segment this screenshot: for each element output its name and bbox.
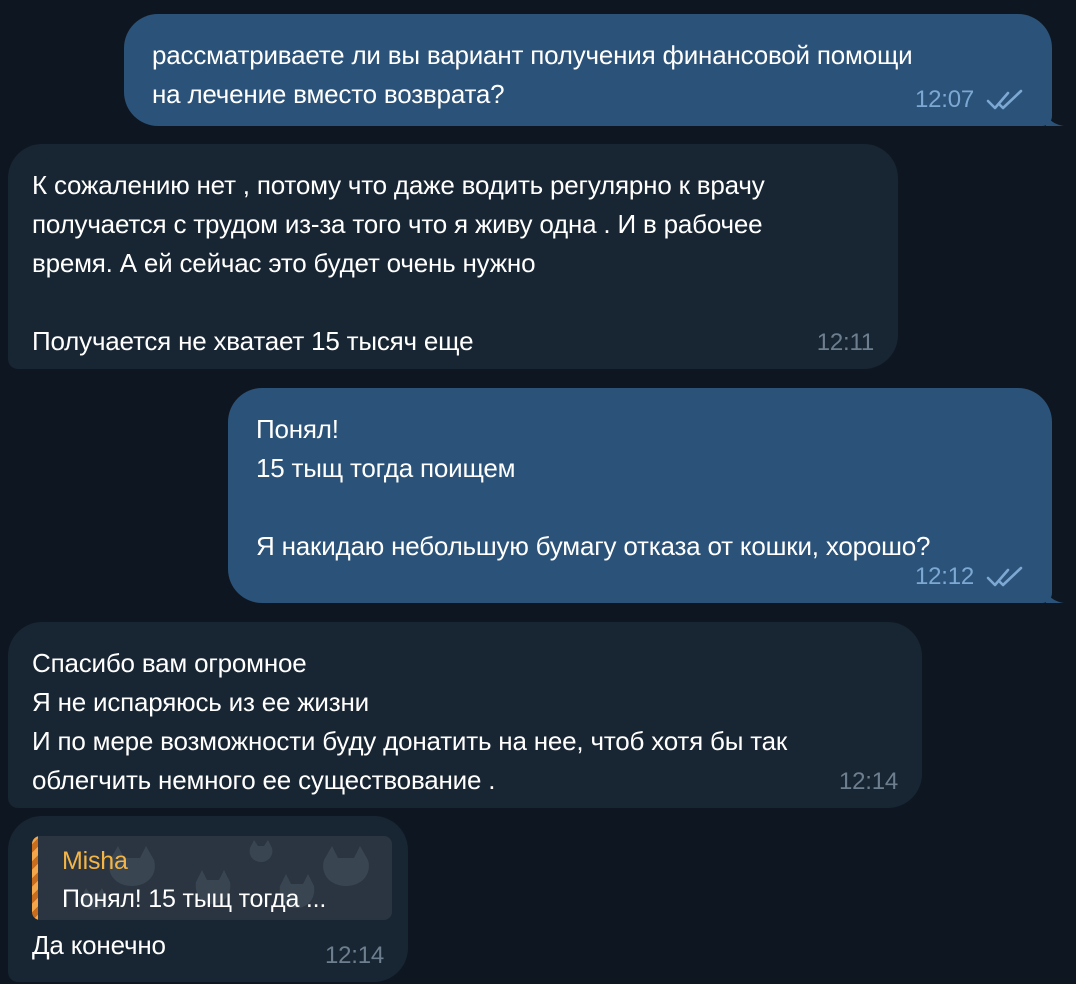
- message-text: рассматриваете ли вы вариант получения ф…: [152, 40, 913, 109]
- message-bubble-incoming[interactable]: К сожалению нет , потому что даже водить…: [8, 144, 898, 369]
- message-time: 12:12: [914, 563, 974, 590]
- double-check-icon: [986, 89, 1023, 110]
- message-time: 12:11: [816, 329, 874, 356]
- message-time: 12:14: [324, 942, 384, 969]
- reply-preview[interactable]: Misha Понял! 15 тыщ тогда ...: [32, 836, 392, 920]
- message-meta: 12:14: [325, 944, 384, 968]
- double-check-icon: [986, 566, 1023, 587]
- message-bubble-outgoing[interactable]: рассматриваете ли вы вариант получения ф…: [124, 14, 1064, 126]
- message-time: 12:14: [838, 768, 898, 795]
- reply-accent-bar: [32, 836, 38, 920]
- message-meta: 12:12: [915, 565, 1024, 589]
- bubble-tail: [1046, 585, 1064, 603]
- message-text: К сожалению нет , потому что даже водить…: [32, 170, 765, 356]
- message-bubble-outgoing[interactable]: Понял! 15 тыщ тогда поищем Я накидаю неб…: [228, 388, 1064, 603]
- chat-history: рассматриваете ли вы вариант получения ф…: [0, 0, 1076, 984]
- message-meta: 12:07: [915, 88, 1024, 112]
- message-bubble-incoming-reply[interactable]: Misha Понял! 15 тыщ тогда ... Да конечно…: [8, 816, 408, 982]
- message-text: Понял! 15 тыщ тогда поищем Я накидаю неб…: [256, 414, 931, 561]
- message-bubble-incoming[interactable]: Спасибо вам огромное Я не испаряюсь из е…: [8, 622, 922, 808]
- message-time: 12:07: [914, 86, 974, 113]
- bubble-tail: [1046, 108, 1064, 126]
- message-meta: 12:14: [839, 770, 898, 794]
- reply-snippet: Понял! 15 тыщ тогда ...: [62, 885, 327, 913]
- message-text: Да конечно: [32, 930, 166, 960]
- message-meta: 12:11: [817, 331, 874, 355]
- message-text: Спасибо вам огромное Я не испаряюсь из е…: [32, 648, 788, 795]
- reply-author: Misha: [62, 847, 128, 875]
